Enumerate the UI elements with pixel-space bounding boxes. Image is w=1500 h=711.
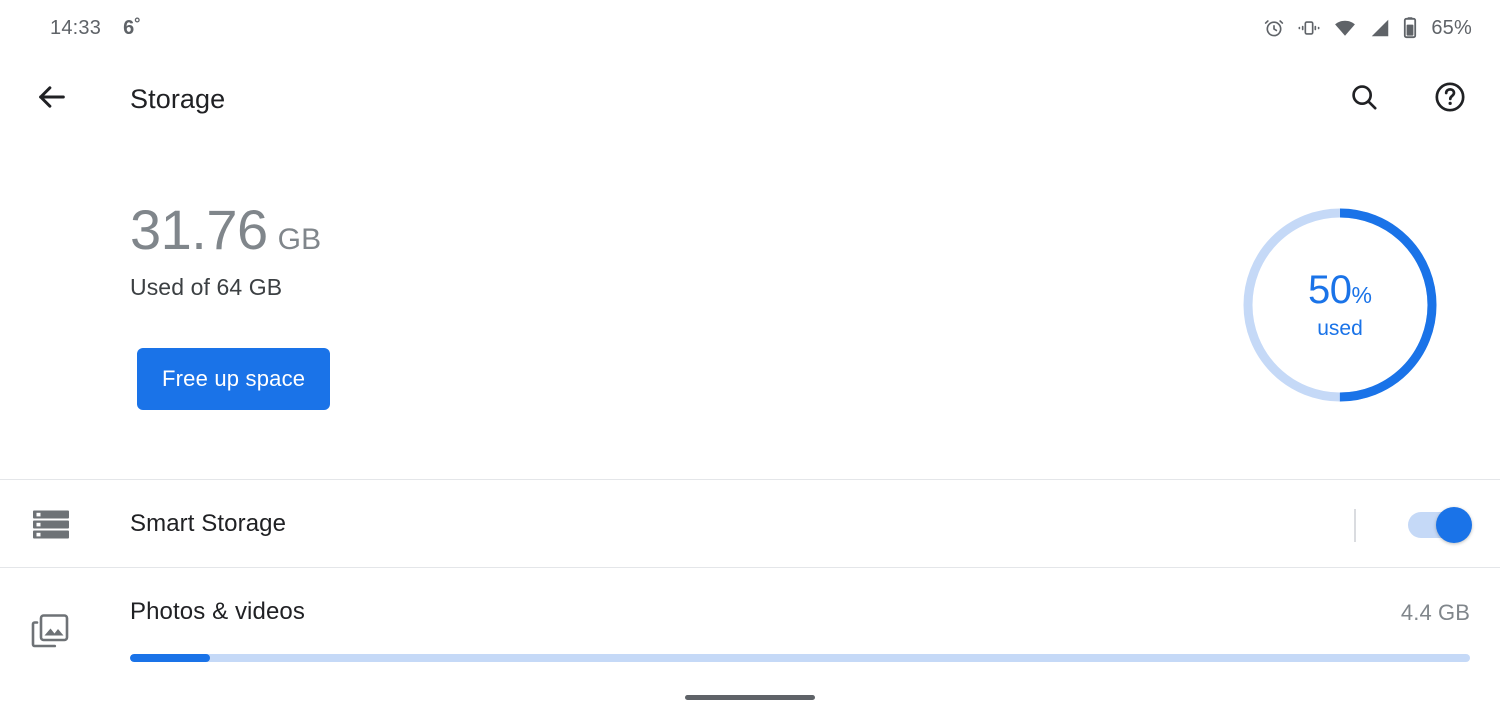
wifi-icon (1333, 17, 1357, 39)
battery-percent: 65% (1431, 16, 1472, 39)
storage-donut-chart: 50 % used (1240, 205, 1440, 405)
storage-settings-screen: 14:33 6˚ 65% Storage 31.76 GB Used of 64… (0, 0, 1500, 711)
app-bar: Storage (0, 60, 1500, 138)
toggle-divider (1354, 509, 1356, 542)
photo-library-icon (28, 608, 74, 654)
photos-videos-label: Photos & videos (130, 598, 305, 625)
search-button[interactable] (1342, 77, 1386, 121)
home-gesture-bar[interactable] (685, 695, 815, 700)
status-bar-right: 65% (1263, 16, 1472, 40)
photos-videos-progress-bar (130, 654, 1470, 662)
photos-videos-progress-fill (130, 654, 211, 662)
battery-icon (1403, 16, 1417, 40)
used-summary: 31.76 GB Used of 64 GB (130, 200, 321, 301)
cellular-signal-icon (1369, 17, 1391, 39)
storage-summary: 31.76 GB Used of 64 GB Free up space 50 … (0, 138, 1500, 479)
page-title: Storage (130, 83, 226, 114)
used-amount: 31.76 GB (130, 200, 321, 260)
back-arrow-icon (35, 80, 69, 119)
smart-storage-toggle[interactable] (1408, 507, 1472, 543)
status-time: 14:33 (50, 16, 102, 39)
used-of-total: Used of 64 GB (130, 274, 283, 300)
status-bar-left: 14:33 6˚ (50, 17, 141, 40)
used-number: 31.76 (130, 198, 268, 261)
vibrate-icon (1297, 17, 1321, 39)
back-button[interactable] (30, 77, 74, 121)
search-icon (1348, 81, 1380, 118)
app-bar-actions (1342, 77, 1472, 121)
list-item-photos-videos[interactable]: Photos & videos 4.4 GB (0, 568, 1500, 678)
sidebar-item-smart-storage[interactable]: Smart Storage (0, 480, 1500, 567)
smart-storage-label: Smart Storage (130, 509, 287, 537)
toggle-thumb (1436, 507, 1472, 543)
status-bar: 14:33 6˚ 65% (0, 0, 1500, 56)
alarm-icon (1263, 17, 1285, 39)
used-unit: GB (277, 223, 322, 256)
help-icon (1433, 80, 1467, 119)
help-button[interactable] (1428, 77, 1472, 121)
status-temperature: 6˚ (123, 16, 142, 39)
photos-videos-size: 4.4 GB (1400, 600, 1470, 625)
free-up-space-button[interactable]: Free up space (137, 348, 331, 410)
storage-bars-icon (28, 501, 74, 547)
